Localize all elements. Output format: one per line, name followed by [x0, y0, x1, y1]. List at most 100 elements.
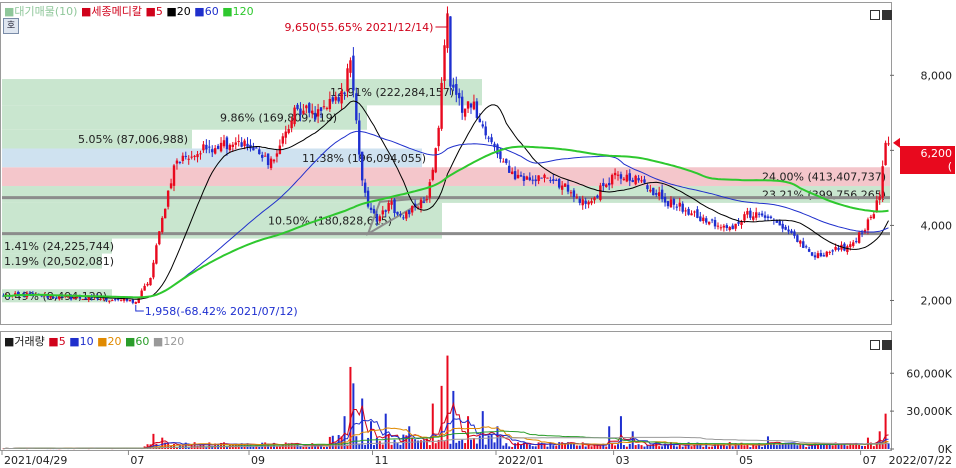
- candle-body: [590, 201, 593, 204]
- volume-bar: [484, 444, 487, 449]
- candle-body: [166, 190, 170, 207]
- candle-body: [752, 216, 755, 220]
- candle-body: [575, 196, 579, 198]
- candle-body: [99, 299, 102, 301]
- volume-bar: [708, 446, 711, 449]
- candle-body: [399, 214, 402, 216]
- candle-body: [193, 155, 196, 157]
- candle-body: [187, 158, 190, 160]
- candle-body: [763, 215, 767, 218]
- close-icon[interactable]: [882, 10, 892, 20]
- candle-body: [158, 231, 161, 245]
- volume-bar: [370, 421, 373, 449]
- candle-body: [543, 174, 546, 179]
- candle-body: [52, 296, 55, 298]
- candle-body: [178, 161, 182, 163]
- candle-body: [696, 209, 699, 218]
- candle-body: [731, 225, 734, 230]
- candle-body: [672, 199, 676, 205]
- volume-bar: [431, 403, 434, 449]
- candle-body: [343, 92, 346, 95]
- candle-body: [81, 299, 85, 301]
- volume-bar: [493, 442, 496, 449]
- volume-bar: [320, 446, 323, 449]
- candle-body: [213, 148, 217, 154]
- volume-bar: [558, 442, 561, 449]
- candle-body: [422, 201, 426, 203]
- volume-bar: [831, 445, 834, 449]
- legend-volume: 거래량: [14, 335, 45, 348]
- candle-body: [810, 252, 814, 256]
- candle-body: [566, 184, 570, 192]
- candle-body: [707, 221, 711, 225]
- candle-body: [246, 143, 249, 147]
- price-tick-label: 2,000: [921, 294, 953, 307]
- candle-body: [311, 110, 314, 114]
- candle-body: [219, 142, 223, 152]
- candle-body: [108, 300, 111, 302]
- candle-body: [787, 229, 790, 232]
- candle-body: [419, 199, 423, 209]
- candle-body: [710, 219, 714, 221]
- candle-body: [119, 299, 123, 301]
- candle-body: [790, 230, 793, 233]
- volume-bar: [352, 383, 355, 449]
- candle-body: [872, 214, 876, 219]
- volume-bar: [490, 434, 493, 449]
- volume-bar: [846, 445, 849, 449]
- candle-body: [646, 185, 649, 190]
- volume-bar: [411, 437, 414, 449]
- candle-body: [75, 296, 79, 298]
- candle-body: [205, 144, 208, 150]
- chart-canvas[interactable]: 24.00% (413,407,737)23.21% (399,756,265)…: [0, 0, 956, 468]
- volume-bar: [552, 445, 555, 449]
- candle-body: [366, 190, 370, 207]
- candle-body: [531, 179, 534, 181]
- supply-band: [2, 186, 890, 203]
- volume-bar: [449, 443, 452, 449]
- legend-vma10: 10: [79, 335, 94, 348]
- volume-bar: [393, 439, 396, 449]
- candle-body: [319, 107, 323, 111]
- volume-bar: [690, 446, 693, 449]
- candle-body: [722, 225, 726, 228]
- candle-body: [463, 108, 467, 117]
- candle-body: [519, 175, 523, 177]
- volume-bar: [799, 444, 802, 449]
- candle-body: [643, 179, 646, 183]
- supply-band-label: 5.05% (87,006,988): [78, 133, 188, 146]
- volume-bar: [796, 445, 799, 449]
- volume-bar: [675, 446, 678, 449]
- candle-body: [549, 180, 552, 182]
- volume-bar: [825, 444, 828, 449]
- candle-body: [237, 140, 240, 142]
- maximize-icon[interactable]: [870, 10, 880, 20]
- legend-marker: ■: [166, 5, 177, 18]
- supply-band-label: 11.38% (196,094,055): [302, 152, 426, 165]
- candle-body: [258, 149, 261, 155]
- supply-band-label: 1.19% (20,502,081): [4, 255, 114, 268]
- candle-body: [622, 178, 626, 180]
- candle-body: [84, 298, 88, 300]
- price-panel-controls: [870, 5, 892, 24]
- volume-bar: [322, 446, 325, 449]
- candle-body: [169, 183, 173, 189]
- candle-body: [390, 201, 393, 205]
- legend-marker: ■: [80, 5, 92, 18]
- candle-body: [799, 240, 802, 244]
- volume-bar: [502, 445, 505, 449]
- legend-marker: ■: [152, 335, 164, 348]
- indicator-toggle-button[interactable]: 호: [3, 18, 19, 34]
- candle-body: [619, 174, 623, 179]
- volume-bar: [619, 416, 622, 449]
- candle-body: [393, 199, 396, 214]
- volume-bar: [314, 446, 317, 449]
- candle-body: [161, 217, 164, 233]
- candle-body: [155, 245, 158, 264]
- candle-body: [458, 92, 461, 99]
- candle-body: [163, 208, 167, 219]
- volume-bar: [428, 445, 431, 449]
- candle-body: [296, 104, 299, 110]
- close-icon[interactable]: [882, 340, 892, 350]
- maximize-icon[interactable]: [870, 340, 880, 350]
